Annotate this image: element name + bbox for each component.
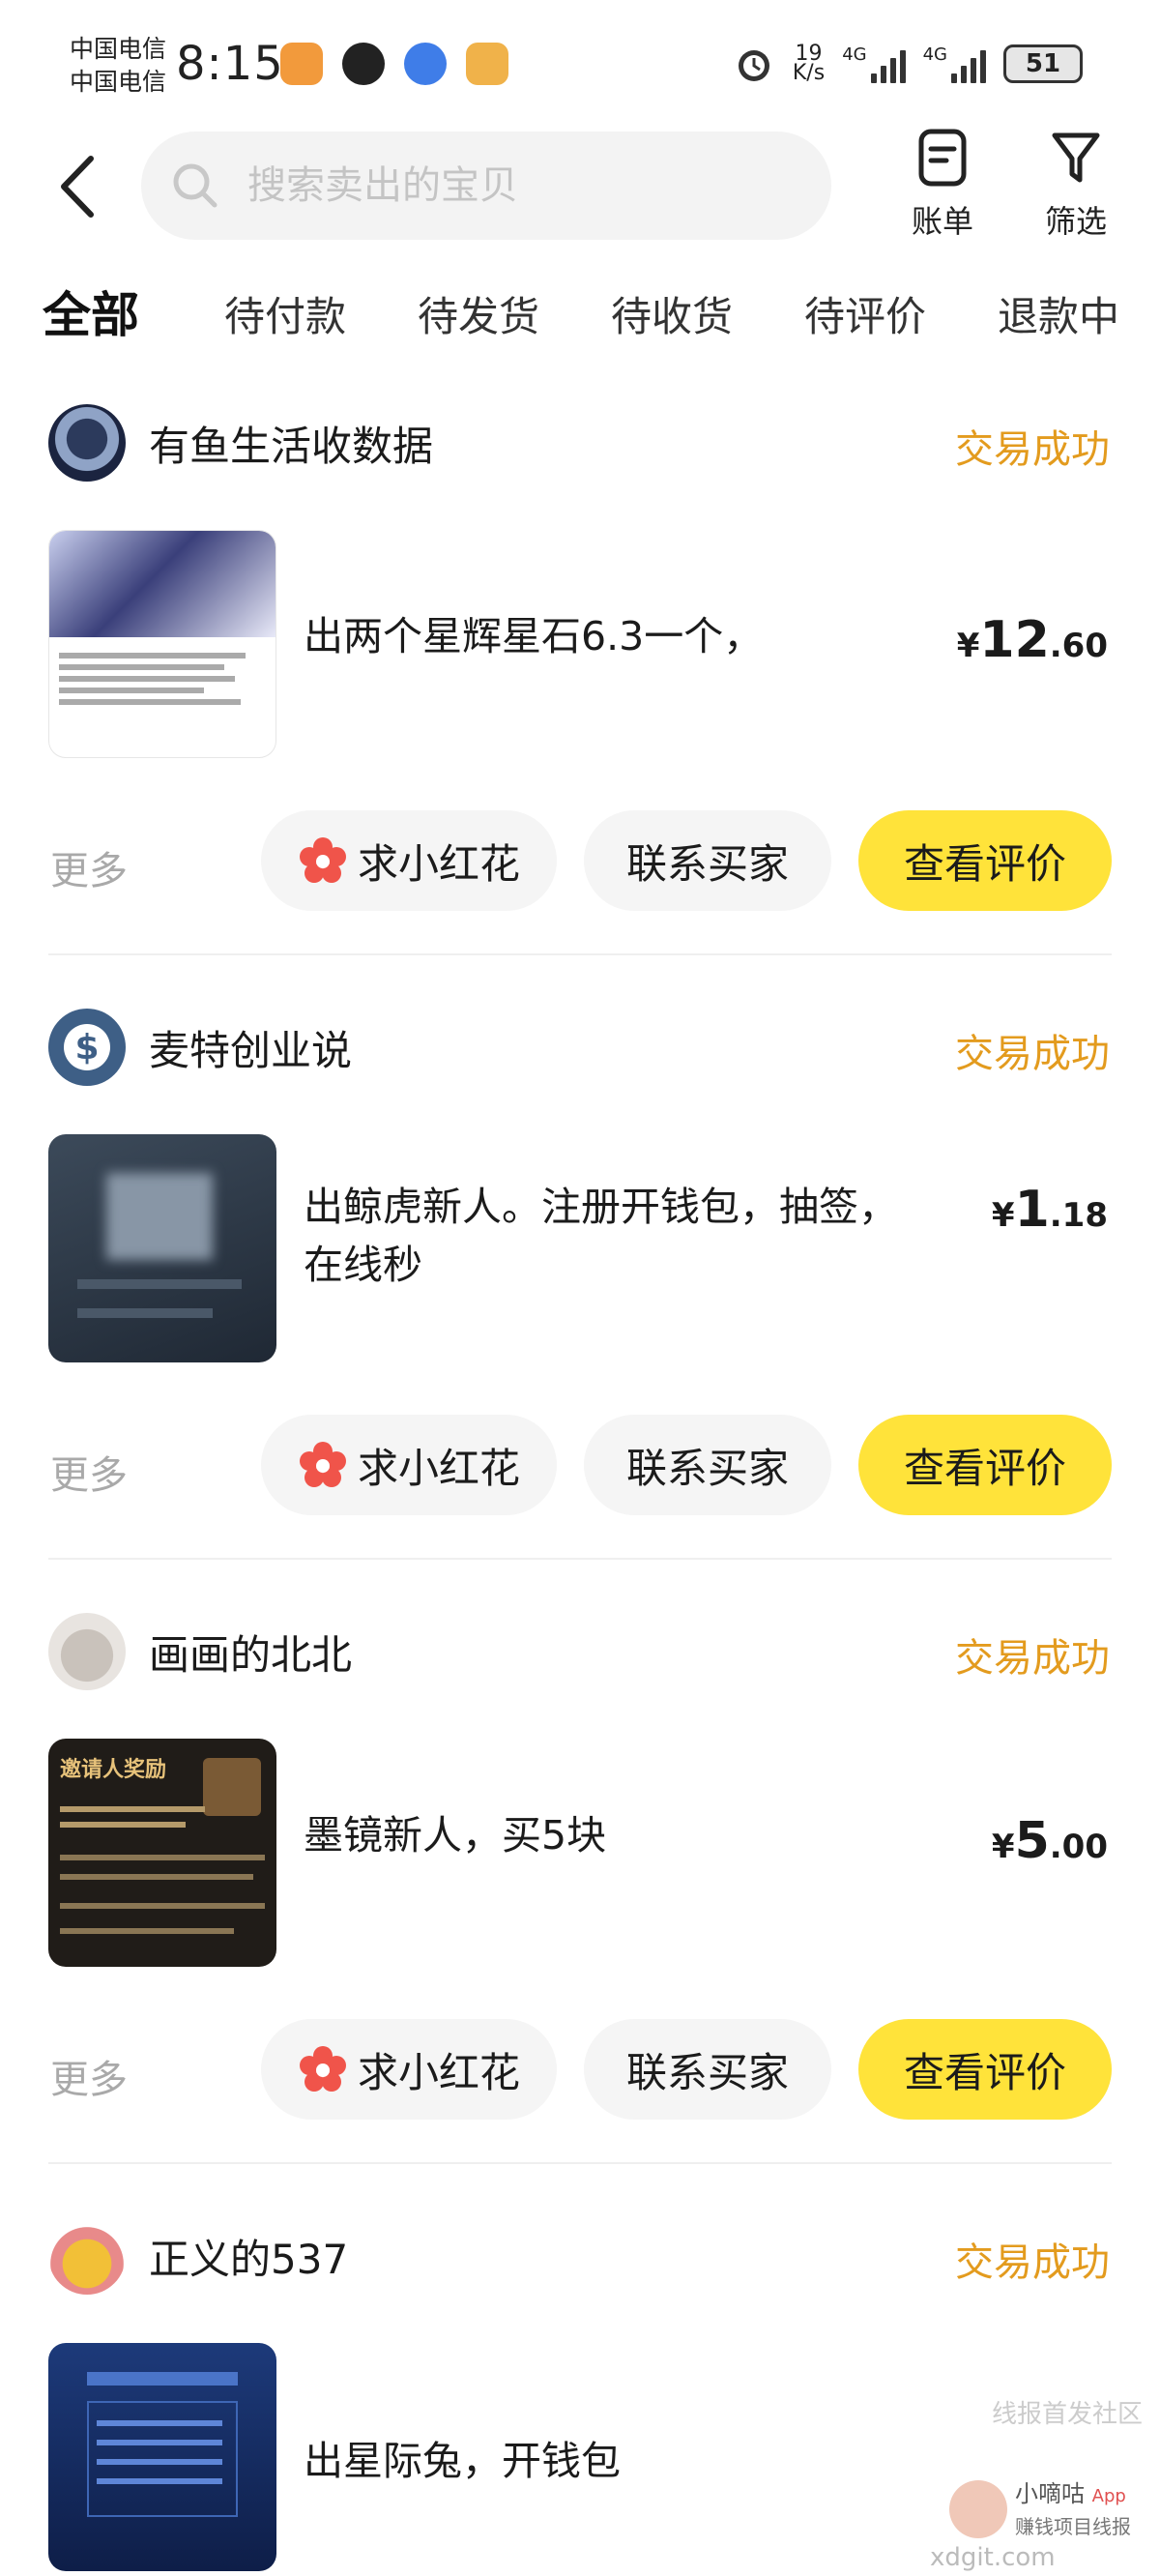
seller-name: 画画的北北 <box>149 1630 353 1679</box>
watermark-site: xdgit.com <box>930 2543 1056 2572</box>
heart-app-icon <box>280 43 323 85</box>
view-review-button[interactable]: 查看评价 <box>858 810 1112 911</box>
more-button[interactable]: 更多 <box>50 839 128 895</box>
carrier-2: 中国电信 <box>70 68 167 96</box>
status-badge: 交易成功 <box>955 1032 1110 1076</box>
tab-pending-payment[interactable]: 待付款 <box>224 284 346 343</box>
browser-icon <box>404 43 447 85</box>
search-icon <box>173 163 218 208</box>
contact-buyer-button[interactable]: 联系买家 <box>584 1415 831 1515</box>
seller-name: 正义的537 <box>149 2235 349 2283</box>
avatar <box>48 1613 126 1690</box>
product-title[interactable]: 出两个星辉星石6.3一个， <box>304 607 942 665</box>
bill-icon <box>918 129 967 187</box>
product-title[interactable]: 出鲸虎新人。注册开钱包，抽签，在线秒 <box>304 1178 922 1294</box>
product-thumbnail[interactable]: 邀请人奖励 <box>48 1739 276 1967</box>
qq-icon <box>342 43 385 85</box>
net-speed: 19 K/s <box>792 42 826 85</box>
bill-label: 账单 <box>911 203 973 240</box>
divider <box>48 1558 1112 1560</box>
tab-refunding[interactable]: 退款中 <box>998 284 1119 343</box>
status-bar: 中国电信 中国电信 8:15 19 K/s 4G 4G 51 <box>0 0 1160 135</box>
watermark-badge: 小嘀咕 App 赚钱项目线报 <box>940 2469 1143 2550</box>
flower-icon <box>299 837 346 883</box>
battery-indicator: 51 <box>1003 44 1083 83</box>
system-icons: 19 K/s 4G 4G 51 <box>733 43 1083 85</box>
chevron-left-icon <box>61 156 94 218</box>
search-bar[interactable] <box>141 132 831 240</box>
bill-button[interactable]: 账单 <box>889 128 996 242</box>
product-thumbnail[interactable] <box>48 530 276 758</box>
seller-name: 麦特创业说 <box>149 1026 353 1074</box>
product-thumbnail[interactable] <box>48 1134 276 1362</box>
tab-pending-review[interactable]: 待评价 <box>804 284 926 343</box>
sold-items-page: 中国电信 中国电信 8:15 19 K/s 4G 4G 51 搜索卖出的宝贝 账… <box>0 0 1160 2576</box>
divider <box>48 953 1112 955</box>
filter-icon <box>1052 132 1100 183</box>
seller-row[interactable]: 有鱼生活收数据 <box>48 404 433 482</box>
price: ¥5.00 <box>991 1812 1108 1870</box>
tab-pending-shipment[interactable]: 待发货 <box>418 284 539 343</box>
dollar-icon: $ <box>64 1024 110 1070</box>
ask-flower-button[interactable]: 求小红花 <box>261 2019 557 2120</box>
order-tabs: 全部 待付款 待发货 待收货 待评价 退款中 <box>0 280 1160 358</box>
tab-all[interactable]: 全部 <box>39 277 145 346</box>
mascot-icon <box>949 2480 1007 2538</box>
seller-name: 有鱼生活收数据 <box>149 422 434 470</box>
avatar <box>48 2217 126 2295</box>
product-title[interactable]: 墨镜新人，买5块 <box>304 1806 942 1864</box>
back-button[interactable] <box>54 153 102 220</box>
clock: 8:15 <box>176 37 284 91</box>
contact-buyer-button[interactable]: 联系买家 <box>584 2019 831 2120</box>
status-badge: 交易成功 <box>955 427 1110 472</box>
notification-icons <box>280 43 508 85</box>
contact-buyer-button[interactable]: 联系买家 <box>584 810 831 911</box>
signal-2-icon: 4G <box>923 44 986 83</box>
svg-text:$: $ <box>74 1028 99 1068</box>
filter-button[interactable]: 筛选 <box>1023 128 1129 242</box>
more-button[interactable]: 更多 <box>50 2048 128 2104</box>
status-badge: 交易成功 <box>955 1636 1110 1681</box>
status-badge: 交易成功 <box>955 2240 1110 2285</box>
more-button[interactable]: 更多 <box>50 1444 128 1500</box>
seller-row[interactable]: $ 麦特创业说 <box>48 1009 352 1086</box>
avatar <box>48 404 126 482</box>
view-review-button[interactable]: 查看评价 <box>858 1415 1112 1515</box>
signal-1-icon: 4G <box>842 44 906 83</box>
taobao-icon <box>466 43 508 85</box>
price: ¥12.60 <box>956 611 1108 669</box>
search-input[interactable] <box>247 163 789 208</box>
price: ¥1.18 <box>991 1181 1108 1239</box>
watermark: 线报首发社区 小嘀咕 App 赚钱项目线报 <box>940 2394 1143 2550</box>
flower-icon <box>299 1442 346 1487</box>
seller-row[interactable]: 画画的北北 <box>48 1613 352 1690</box>
ask-flower-button[interactable]: 求小红花 <box>261 810 557 911</box>
seller-row[interactable]: 正义的537 <box>48 2217 348 2295</box>
filter-label: 筛选 <box>1044 203 1107 240</box>
flower-icon <box>299 2046 346 2092</box>
carrier-1: 中国电信 <box>70 35 167 63</box>
carrier-info: 中国电信 中国电信 <box>70 33 166 99</box>
watermark-line: 线报首发社区 <box>991 2400 1143 2429</box>
product-title[interactable]: 出星际兔，开钱包 <box>304 2432 942 2490</box>
tab-pending-receipt[interactable]: 待收货 <box>611 284 733 343</box>
avatar: $ <box>48 1009 126 1086</box>
product-thumbnail[interactable] <box>48 2343 276 2571</box>
alarm-icon <box>738 50 769 81</box>
view-review-button[interactable]: 查看评价 <box>858 2019 1112 2120</box>
divider <box>48 2162 1112 2164</box>
ask-flower-button[interactable]: 求小红花 <box>261 1415 557 1515</box>
